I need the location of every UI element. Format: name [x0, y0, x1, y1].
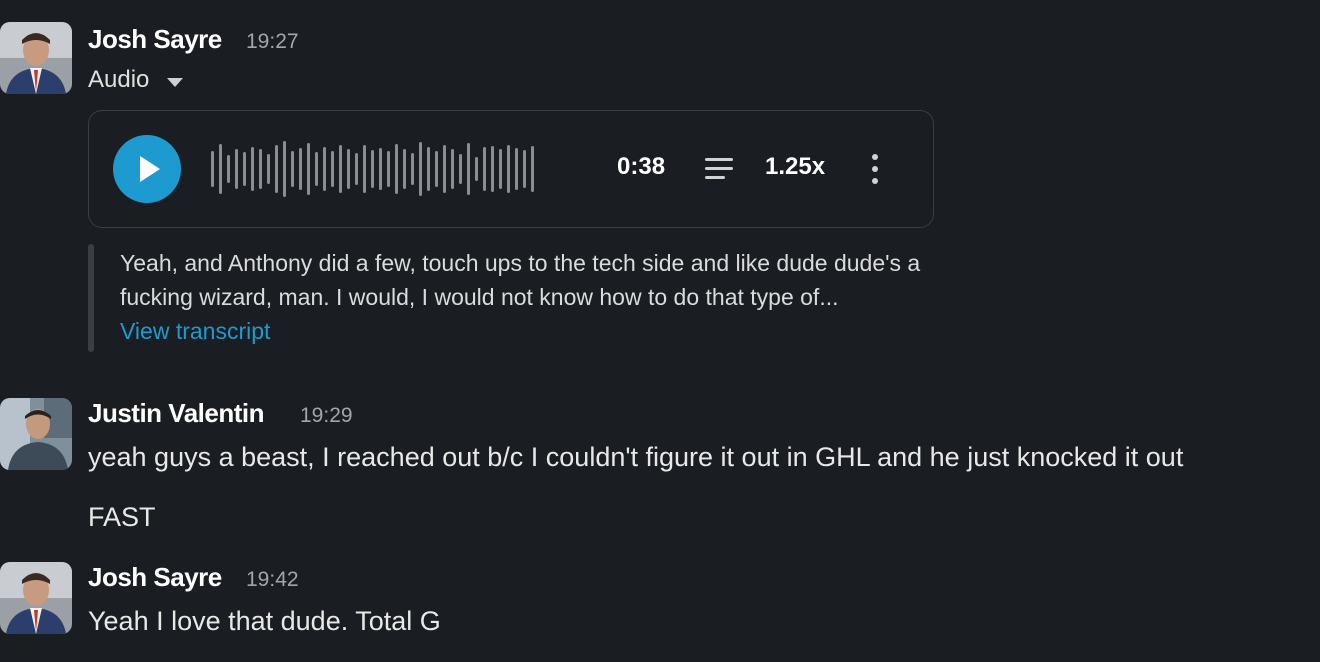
- timestamp[interactable]: 19:29: [300, 404, 353, 428]
- timestamp[interactable]: 19:27: [246, 30, 299, 54]
- audio-label: Audio: [88, 66, 150, 93]
- chevron-down-icon: [167, 77, 184, 87]
- play-button[interactable]: [113, 135, 181, 203]
- avatar-josh-sayre[interactable]: [0, 562, 72, 634]
- transcript-line: fucking wizard, man. I would, I would no…: [120, 284, 839, 310]
- play-icon: [140, 156, 160, 182]
- view-transcript-link[interactable]: View transcript: [120, 318, 270, 345]
- message-text: Justin Valentin 19:29 yeah guys a beast,…: [0, 398, 1320, 538]
- message-text-line: yeah guys a beast, I reached out b/c I c…: [88, 442, 1184, 472]
- audio-attachment-toggle[interactable]: Audio: [88, 66, 184, 94]
- message-audio: Josh Sayre 19:27 Audio 0:38 1.25x Yeah, …: [0, 22, 1320, 362]
- avatar-josh-sayre[interactable]: [0, 22, 72, 94]
- transcript-preview: Yeah, and Anthony did a few, touch ups t…: [88, 244, 1088, 352]
- transcript-lines-icon[interactable]: [703, 155, 735, 183]
- waveform[interactable]: [211, 139, 534, 199]
- quote-bar: [88, 244, 94, 352]
- more-vertical-icon[interactable]: [867, 151, 883, 187]
- playback-speed-button[interactable]: 1.25x: [765, 153, 825, 181]
- transcript-line: Yeah, and Anthony did a few, touch ups t…: [120, 250, 921, 276]
- message-text: Josh Sayre 19:42 Yeah I love that dude. …: [0, 562, 1320, 652]
- avatar-justin-valentin[interactable]: [0, 398, 72, 470]
- audio-player: 0:38 1.25x: [88, 110, 934, 228]
- message-text-line: Yeah I love that dude. Total G: [88, 606, 441, 636]
- author-name[interactable]: Justin Valentin: [88, 398, 265, 429]
- timestamp[interactable]: 19:42: [246, 568, 299, 592]
- message-feed: Josh Sayre 19:27 Audio 0:38 1.25x Yeah, …: [0, 0, 1320, 662]
- author-name[interactable]: Josh Sayre: [88, 24, 222, 55]
- audio-duration: 0:38: [617, 153, 666, 180]
- message-text-line: FAST: [88, 502, 156, 532]
- author-name[interactable]: Josh Sayre: [88, 562, 222, 593]
